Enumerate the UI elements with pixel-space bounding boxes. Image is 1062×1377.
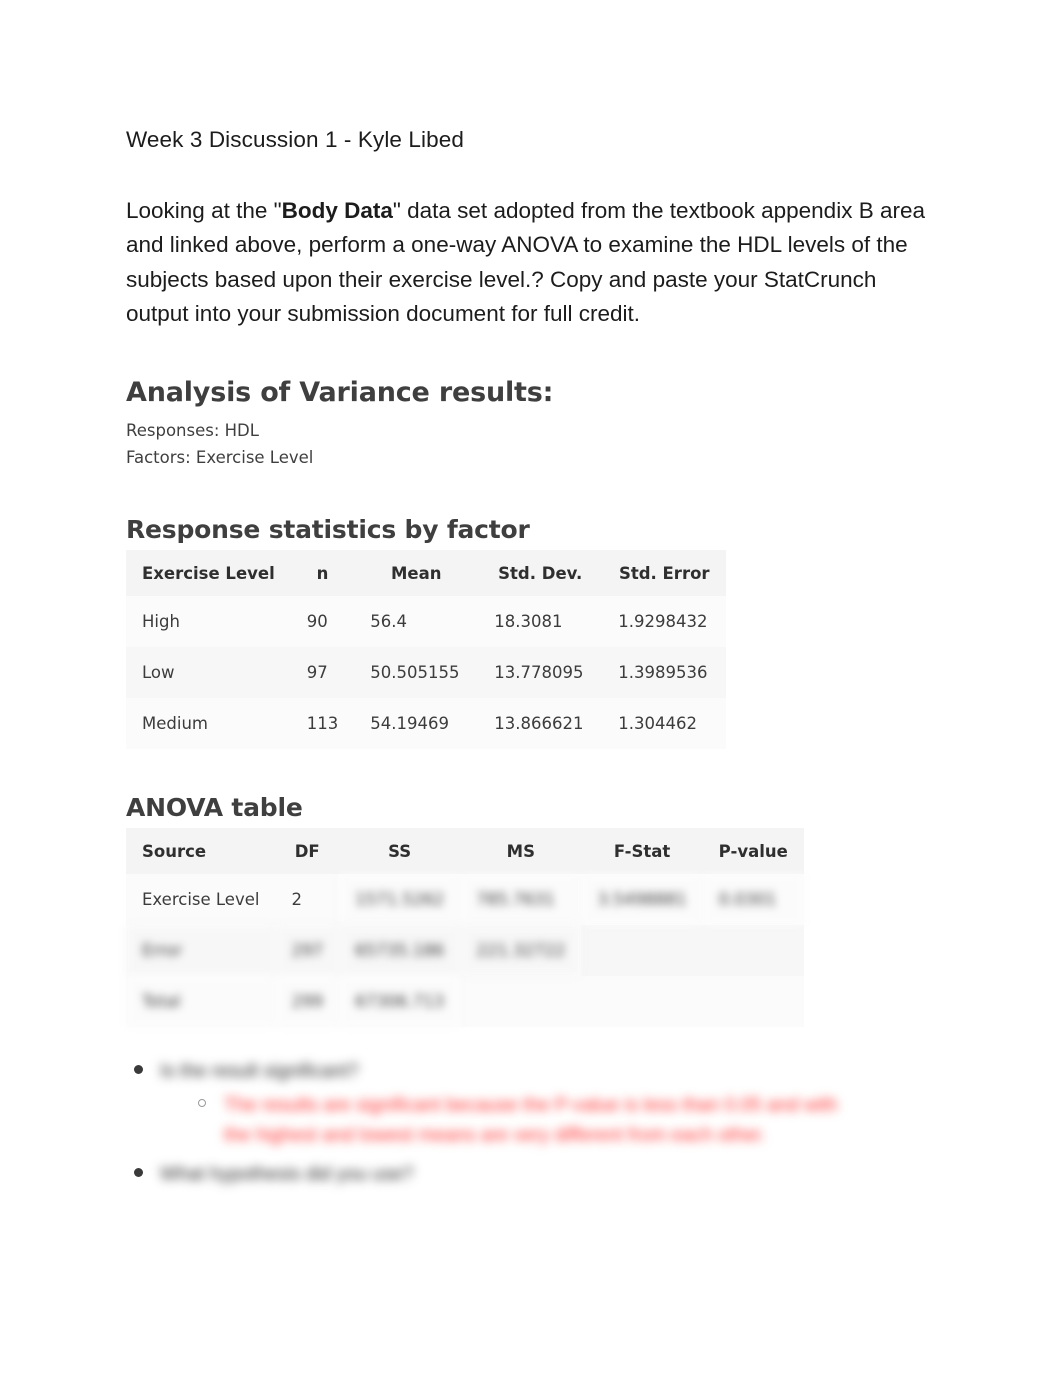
table-row: Medium 113 54.19469 13.866621 1.304462 — [126, 698, 727, 750]
cell-std-error: 1.9298432 — [602, 596, 727, 648]
cell-f-stat — [581, 976, 703, 1028]
cell-exercise-level: Medium — [126, 698, 291, 750]
response-statistics-table: Exercise Level n Mean Std. Dev. Std. Err… — [126, 550, 727, 750]
cell-ss: 1571.5262 — [338, 874, 461, 926]
question-text: Is the result significant? — [160, 1061, 359, 1083]
responses-line: Responses: HDL — [126, 421, 259, 440]
table-header-row: Source DF SS MS F-Stat P-value — [126, 828, 804, 875]
bullet-dot-icon — [134, 1065, 143, 1075]
column-header-n: n — [290, 550, 355, 597]
cell-n: 113 — [290, 698, 355, 750]
column-header-std-dev: Std. Dev. — [478, 550, 603, 597]
intro-paragraph: Looking at the "Body Data" data set adop… — [126, 194, 936, 331]
cell-n: 90 — [290, 596, 355, 648]
document-page: Week 3 Discussion 1 - Kyle Libed Looking… — [0, 0, 1062, 1377]
table-row: Low 97 50.505155 13.778095 1.3989536 — [126, 647, 727, 699]
column-header-f-stat: F-Stat — [581, 828, 703, 875]
anova-results-heading: Analysis of Variance results: — [126, 377, 554, 408]
cell-mean: 54.19469 — [354, 698, 479, 750]
cell-n: 97 — [290, 647, 355, 699]
cell-std-error: 1.3989536 — [602, 647, 727, 699]
table-row: Error 297 65735.186 221.32722 — [126, 925, 804, 977]
column-header-p-value: P-value — [702, 828, 804, 875]
cell-source: Error — [126, 925, 276, 977]
anova-table-heading: ANOVA table — [126, 793, 303, 823]
column-header-source: Source — [126, 828, 276, 875]
question-text: What hypothesis did you use? — [160, 1164, 414, 1186]
cell-ms: 221.32722 — [460, 925, 582, 977]
cell-p-value: 0.0301 — [702, 874, 804, 926]
cell-std-dev: 13.778095 — [478, 647, 603, 699]
list-item: What hypothesis did you use? — [134, 1160, 936, 1189]
column-header-exercise-level: Exercise Level — [126, 550, 291, 597]
intro-text-before: Looking at the " — [126, 198, 282, 224]
cell-p-value — [702, 925, 804, 977]
page-title: Week 3 Discussion 1 - Kyle Libed — [126, 127, 464, 152]
cell-ms — [460, 976, 582, 1028]
list-item: The results are significant because the … — [198, 1091, 844, 1150]
answer-sub-list: The results are significant because the … — [160, 1091, 936, 1150]
cell-std-error: 1.304462 — [602, 698, 727, 750]
cell-source: Exercise Level — [126, 874, 276, 926]
cell-mean: 50.505155 — [354, 647, 479, 699]
cell-df: 2 — [275, 874, 339, 926]
factors-line: Factors: Exercise Level — [126, 447, 314, 467]
bullet-ring-icon — [198, 1098, 206, 1107]
table-row: Total 299 67306.713 — [126, 976, 804, 1028]
cell-mean: 56.4 — [354, 596, 479, 648]
bullet-dot-icon — [134, 1168, 143, 1178]
table-row: High 90 56.4 18.3081 1.9298432 — [126, 596, 727, 648]
cell-ss: 67306.713 — [338, 976, 461, 1028]
cell-std-dev: 13.866621 — [478, 698, 603, 750]
anova-table: Source DF SS MS F-Stat P-value Exercise … — [126, 828, 804, 1028]
column-header-ms: MS — [460, 828, 582, 875]
column-header-ss: SS — [338, 828, 461, 875]
cell-exercise-level: High — [126, 596, 291, 648]
list-item: Is the result significant? The results a… — [134, 1057, 936, 1150]
cell-p-value — [702, 976, 804, 1028]
response-stats-heading: Response statistics by factor — [126, 515, 530, 545]
question-answer-list: Is the result significant? The results a… — [126, 1057, 936, 1189]
cell-std-dev: 18.3081 — [478, 596, 603, 648]
intro-bold-dataset-name: Body Data — [281, 198, 393, 224]
column-header-df: DF — [275, 828, 339, 875]
cell-ms: 785.7631 — [460, 874, 582, 926]
table-row: Exercise Level 2 1571.5262 785.7631 3.54… — [126, 874, 804, 926]
cell-f-stat — [581, 925, 703, 977]
column-header-mean: Mean — [354, 550, 479, 597]
table-header-row: Exercise Level n Mean Std. Dev. Std. Err… — [126, 550, 727, 597]
cell-f-stat: 3.5498881 — [581, 874, 703, 926]
column-header-std-error: Std. Error — [602, 550, 727, 597]
cell-df: 297 — [275, 925, 339, 977]
answer-text: The results are significant because the … — [224, 1094, 838, 1146]
cell-df: 299 — [275, 976, 339, 1028]
cell-source: Total — [126, 976, 276, 1028]
cell-exercise-level: Low — [126, 647, 291, 699]
cell-ss: 65735.186 — [338, 925, 461, 977]
